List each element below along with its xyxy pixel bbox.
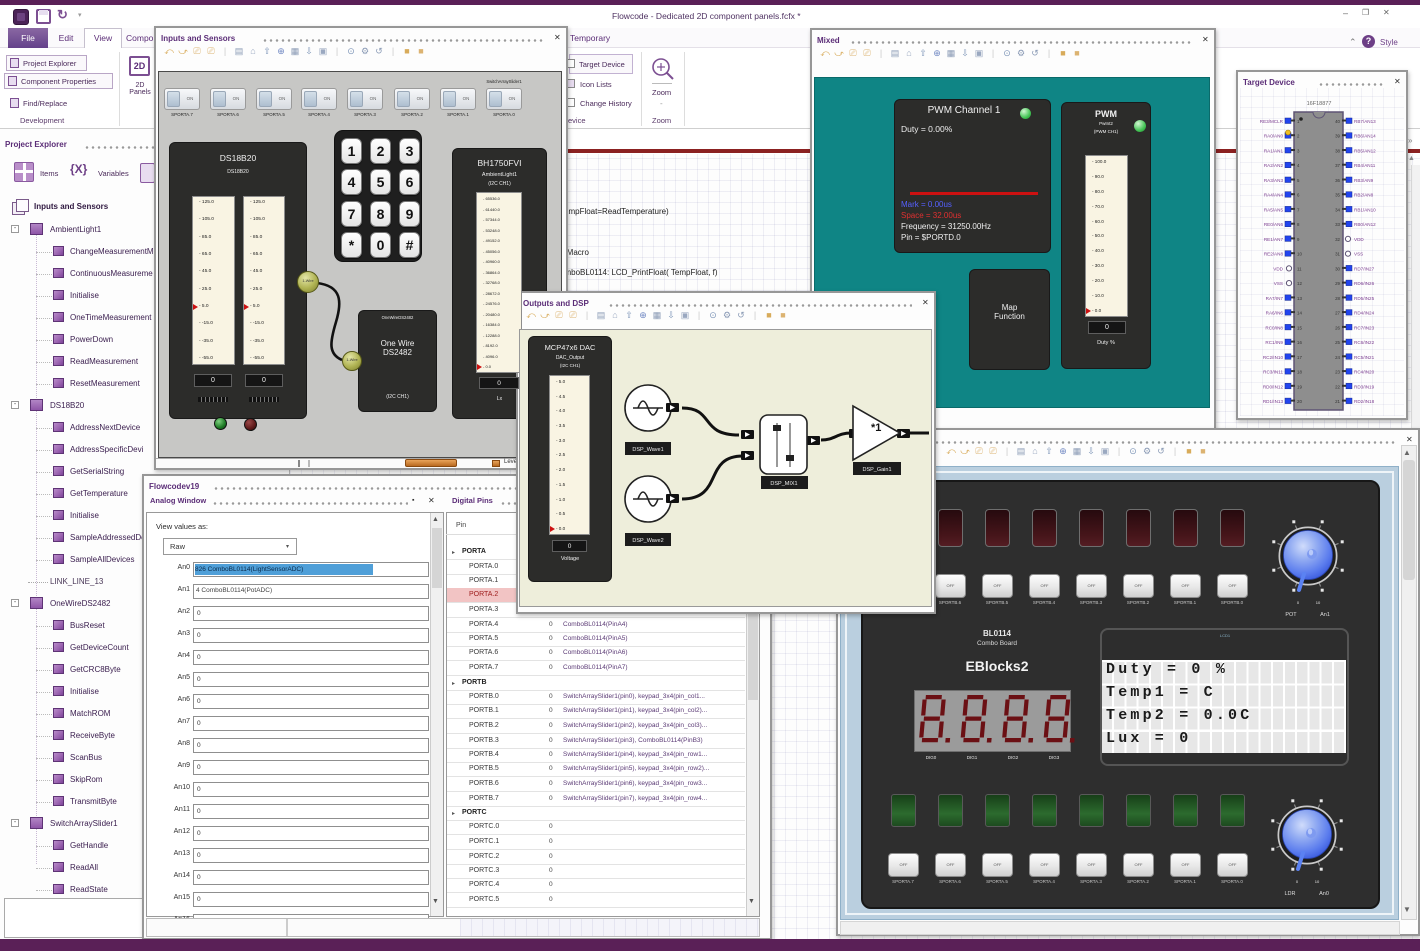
svg-text:14: 14	[1297, 311, 1302, 316]
svg-text:16F18877: 16F18877	[1307, 101, 1332, 107]
svg-text:32: 32	[1335, 237, 1340, 242]
svg-text:20: 20	[1297, 399, 1302, 404]
svg-text:RD1/IN13: RD1/IN13	[1263, 399, 1284, 404]
svg-text:RA7/IN7: RA7/IN7	[1266, 296, 1284, 301]
svg-text:RB5/AN12: RB5/AN12	[1354, 149, 1376, 154]
svg-text:RB4/AN11: RB4/AN11	[1354, 163, 1376, 168]
svg-text:RB1/AN10: RB1/AN10	[1354, 207, 1376, 212]
svg-text:17: 17	[1297, 355, 1302, 360]
svg-text:RA1/AN1: RA1/AN1	[1264, 149, 1284, 154]
svg-text:RD0/IN12: RD0/IN12	[1263, 384, 1284, 389]
svg-text:RD7/IN27: RD7/IN27	[1354, 266, 1375, 271]
svg-text:RD2/IN18: RD2/IN18	[1354, 399, 1375, 404]
svg-text:RB3/AN9: RB3/AN9	[1354, 178, 1374, 183]
svg-text:19: 19	[1297, 384, 1302, 389]
svg-text:16: 16	[1297, 340, 1302, 345]
svg-text:RC0/IN8: RC0/IN8	[1265, 325, 1283, 330]
svg-text:DSP_Wave2: DSP_Wave2	[632, 538, 663, 544]
svg-text:DSP_Wave1: DSP_Wave1	[632, 447, 663, 453]
svg-text:RE0/AN6: RE0/AN6	[1264, 222, 1284, 227]
svg-text:30: 30	[1335, 266, 1340, 271]
svg-text:VSS: VSS	[1354, 252, 1363, 257]
svg-text:RC3/IN11: RC3/IN11	[1263, 370, 1283, 375]
svg-text:RC5/IN21: RC5/IN21	[1354, 355, 1375, 360]
svg-text:RB2/AN8: RB2/AN8	[1354, 193, 1374, 198]
svg-text:15: 15	[1297, 325, 1302, 330]
svg-text:RE1/AN7: RE1/AN7	[1264, 237, 1284, 242]
svg-text:25: 25	[1335, 340, 1340, 345]
svg-text:RB6/AN14: RB6/AN14	[1354, 134, 1376, 139]
svg-text:27: 27	[1335, 311, 1340, 316]
svg-text:VDD: VDD	[1354, 237, 1364, 242]
svg-text:RA0/AN0: RA0/AN0	[1264, 134, 1284, 139]
svg-text:33: 33	[1335, 222, 1340, 227]
svg-text:18: 18	[1297, 370, 1302, 375]
svg-text:*1: *1	[871, 422, 881, 434]
svg-text:10: 10	[1297, 252, 1302, 257]
svg-text:39: 39	[1335, 134, 1340, 139]
svg-text:RA4/AN4: RA4/AN4	[1264, 193, 1284, 198]
svg-text:VSS: VSS	[1274, 281, 1283, 286]
svg-text:RC4/IN20: RC4/IN20	[1354, 370, 1375, 375]
svg-text:DSP_MIX1: DSP_MIX1	[770, 481, 797, 487]
svg-text:DSP_Gain1: DSP_Gain1	[862, 467, 891, 473]
svg-text:38: 38	[1335, 149, 1340, 154]
svg-text:RE2/AN8: RE2/AN8	[1264, 252, 1284, 257]
svg-text:RD5/IN25: RD5/IN25	[1354, 296, 1375, 301]
svg-text:26: 26	[1335, 325, 1340, 330]
svg-text:23: 23	[1335, 370, 1340, 375]
svg-text:11: 11	[1297, 266, 1302, 271]
svg-text:RC6/IN22: RC6/IN22	[1354, 340, 1375, 345]
svg-text:RB7/AN13: RB7/AN13	[1354, 119, 1376, 124]
svg-text:22: 22	[1335, 384, 1340, 389]
svg-text:21: 21	[1335, 399, 1340, 404]
svg-text:RD3/IN19: RD3/IN19	[1354, 384, 1375, 389]
svg-text:RC1/IN9: RC1/IN9	[1265, 340, 1283, 345]
svg-text:RB0/AN12: RB0/AN12	[1354, 222, 1376, 227]
svg-text:RA6/IN6: RA6/IN6	[1266, 311, 1284, 316]
svg-text:RD6/IN26: RD6/IN26	[1354, 281, 1375, 286]
svg-text:37: 37	[1335, 163, 1340, 168]
svg-text:RA2/AN2: RA2/AN2	[1264, 163, 1284, 168]
svg-text:13: 13	[1297, 296, 1302, 301]
svg-text:36: 36	[1335, 178, 1340, 183]
svg-text:RD4/IN24: RD4/IN24	[1354, 311, 1375, 316]
svg-text:RE3/MCLR: RE3/MCLR	[1260, 119, 1284, 124]
svg-text:28: 28	[1335, 296, 1340, 301]
svg-text:VDD: VDD	[1273, 266, 1283, 271]
svg-text:RA5/AN5: RA5/AN5	[1264, 207, 1284, 212]
svg-text:24: 24	[1335, 355, 1340, 360]
svg-text:34: 34	[1335, 207, 1340, 212]
svg-text:RC7/IN23: RC7/IN23	[1354, 325, 1375, 330]
svg-text:RA3/AN3: RA3/AN3	[1264, 178, 1284, 183]
svg-text:40: 40	[1335, 119, 1340, 124]
svg-text:12: 12	[1297, 281, 1302, 286]
svg-text:RC2/IN10: RC2/IN10	[1263, 355, 1284, 360]
svg-text:29: 29	[1335, 281, 1340, 286]
svg-text:31: 31	[1335, 252, 1340, 257]
svg-text:35: 35	[1335, 193, 1340, 198]
